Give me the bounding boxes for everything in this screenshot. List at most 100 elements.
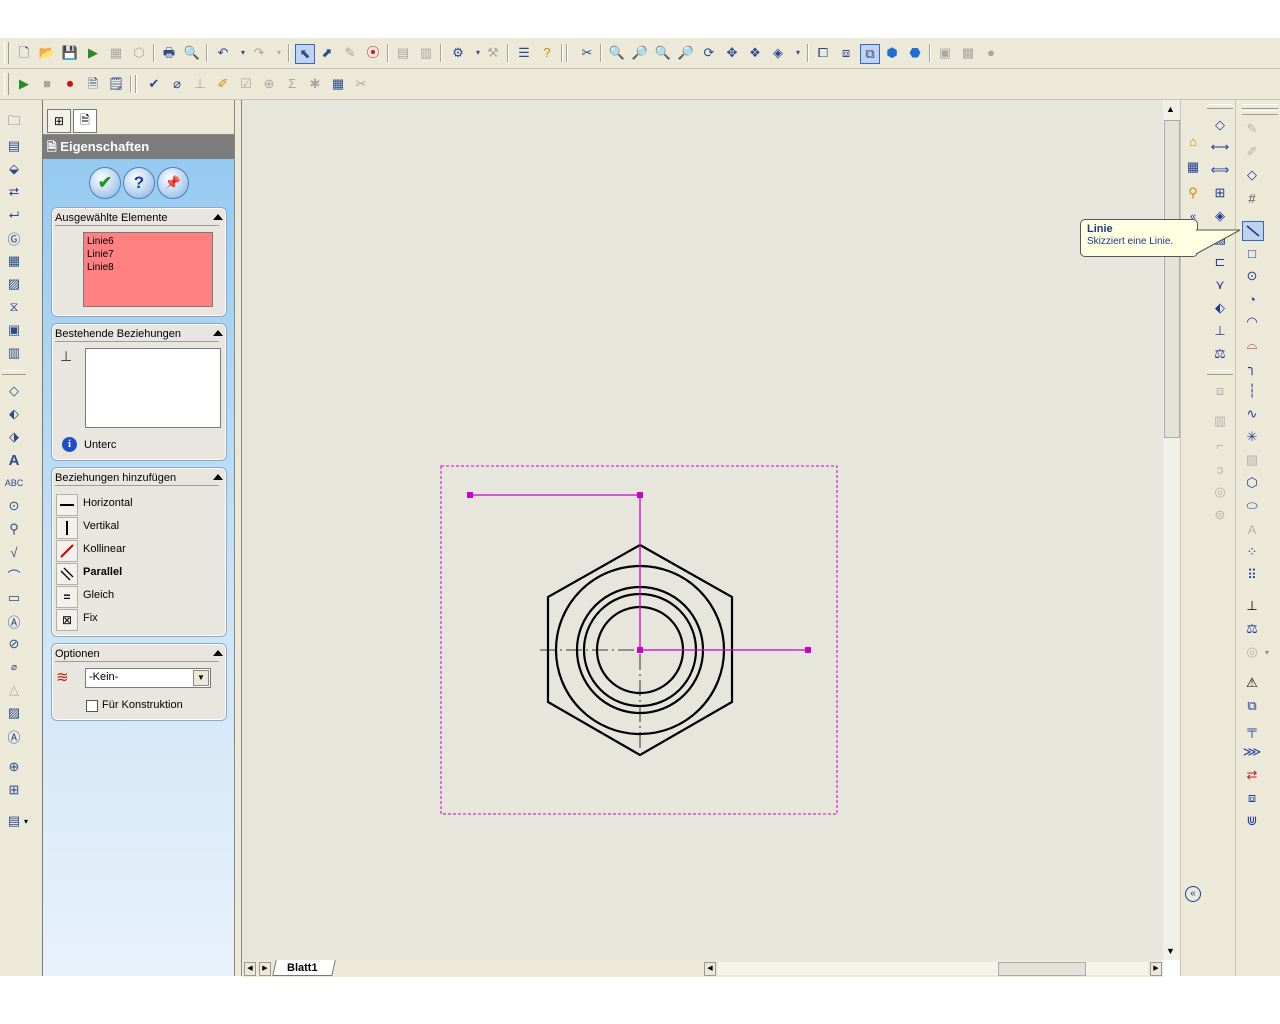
trim-entities-icon[interactable]: ╤ [1242,720,1262,738]
cosmetic-thread-icon[interactable]: △ [5,681,23,699]
relation-horizontal[interactable]: Horizontal [56,494,222,516]
sheet-tab[interactable]: Blatt1 [272,960,336,976]
relation-equal[interactable]: = Gleich [56,586,222,608]
feature-manager-tab-icon[interactable]: ⊞ [47,109,71,133]
vertical-dimension-icon[interactable]: ⟺ [1210,161,1230,179]
offset-entities-icon[interactable]: ⧉ [1242,697,1262,715]
smart-dimension-icon[interactable]: ◇ [5,382,23,400]
component-icon[interactable]: ⬡ [130,44,148,62]
library-icon[interactable]: ▦ [1183,158,1203,176]
weld-symbol-icon[interactable]: ⌒ [5,566,23,584]
layer-tool-icon[interactable]: ⧈ [1210,382,1230,400]
tab-scroll-right-icon[interactable]: ▶ [259,962,271,976]
weld-icon[interactable]: ✱ [306,75,324,93]
relation-fix[interactable]: ⊠ Fix [56,609,222,631]
help-icon[interactable]: ? [538,44,556,62]
circular-pattern-icon[interactable]: ⁘ [1242,543,1262,561]
ok-button[interactable]: ✔ [89,167,121,199]
horizontal-dimension-icon[interactable]: ⟷ [1210,138,1230,156]
point-icon[interactable]: ✳ [1242,428,1262,446]
section-view-icon[interactable]: ⮂ [5,183,23,201]
horizontal-scrollbar[interactable] [718,962,1148,976]
layout-icon[interactable]: ▥ [417,44,435,62]
checkbox-icon[interactable]: ☑ [237,75,255,93]
detail-view-icon[interactable]: Ⓖ [5,229,23,247]
table-icon[interactable]: ▦ [329,75,347,93]
save-icon[interactable]: 💾 [61,44,79,62]
front-view-icon[interactable]: ⧉ [860,44,880,64]
existing-relations-list[interactable] [85,348,221,428]
existing-relations-header[interactable]: Bestehende Beziehungen [55,327,219,342]
block-icon[interactable]: Ⓐ [5,727,23,745]
search-icon[interactable]: ⚲ [1183,184,1203,202]
circle-tool-icon[interactable]: ⊙ [1242,267,1262,285]
zoom-area-icon[interactable]: 🔎 [631,44,649,62]
options-icon[interactable]: ⚙ [449,44,467,62]
drawing-canvas[interactable] [242,100,1163,960]
pin-button[interactable]: 📌 [157,167,189,199]
display-style-icon[interactable]: ◈ [769,44,787,62]
toolbar-grip[interactable] [4,73,9,95]
dimension-icon[interactable]: ⌀ [168,75,186,93]
expand-panel-icon[interactable]: « [1185,886,1201,902]
collapse-arrow-icon[interactable] [213,650,223,656]
split-entities-icon[interactable]: ⋓ [1242,812,1262,830]
list-item[interactable]: Linie6 [87,235,209,248]
explode-block-icon[interactable]: ↄ [1210,460,1230,478]
smart-dimension-icon[interactable]: ◇ [1210,116,1230,134]
rectangle-tool-icon[interactable]: □ [1242,244,1262,262]
perpendicular-icon[interactable]: ⊥ [1210,322,1230,340]
three-point-arc-icon[interactable]: ⌓ [1242,336,1262,354]
add-relations-header[interactable]: Beziehungen hinzufügen [55,471,219,486]
measure-icon[interactable]: ✂ [578,44,596,62]
list-icon[interactable]: ☰ [515,44,533,62]
print-preview-icon[interactable]: 🔍 [183,44,201,62]
pan-icon[interactable]: ✥ [723,44,741,62]
chevron-down-icon[interactable]: ▼ [193,670,209,686]
ordinate-dimension-icon[interactable]: ◈ [1210,207,1230,225]
extend-entities-icon[interactable]: ⋙ [1242,743,1262,761]
balloon-icon[interactable]: ⊙ [5,497,23,515]
display-dropdown-icon[interactable]: ▾ [789,44,807,62]
print-icon[interactable]: 🖶 [160,44,178,62]
aux-view-icon[interactable]: ⬙ [5,160,23,178]
panel-splitter[interactable] [234,100,242,976]
display-relations-icon[interactable]: ⚖ [1210,345,1230,363]
spell-check-icon[interactable]: ✔ [145,75,163,93]
autodimension-icon[interactable]: ⬗ [5,428,23,446]
edit-macro-icon[interactable]: 🗒 [107,75,125,93]
wireframe-view-icon[interactable]: ⧠ [814,44,832,62]
spline-icon[interactable]: ∿ [1242,405,1262,423]
block-tool-icon[interactable]: ▥ [1210,412,1230,430]
construction-checkbox[interactable] [86,700,98,712]
rotate-icon[interactable]: ⟳ [700,44,718,62]
datum-target-icon[interactable]: ⊘ [5,635,23,653]
scroll-thumb[interactable] [1164,120,1180,438]
zoom-in-out-icon[interactable]: 🔍 [654,44,672,62]
insert-block-icon[interactable]: ⌐ [1210,436,1230,454]
open-icon[interactable]: 📂 [38,44,56,62]
standard-views-icon[interactable]: ▦ [5,252,23,270]
property-manager-tab-icon[interactable]: 🗎 [73,109,97,133]
zoom-selection-icon[interactable]: 🔎 [677,44,695,62]
scroll-down-icon[interactable]: ▼ [1166,946,1175,956]
selected-elements-header[interactable]: Ausgewählte Elemente [55,211,219,226]
centerline-tool-icon[interactable]: ┆ [1242,382,1262,400]
3d-sketch-icon[interactable]: ✐ [1242,143,1262,161]
toolbar-grip[interactable] [4,42,9,64]
linear-pattern-icon[interactable]: ⠿ [1242,566,1262,584]
relation-collinear[interactable]: Kollinear [56,540,222,562]
auto-balloon-icon[interactable]: ⚲ [5,520,23,538]
construction-geometry-icon[interactable]: ⚠ [1242,674,1262,692]
hscroll-left-icon[interactable]: ◀ [704,962,716,976]
add-relations-icon[interactable]: ⊥ [1242,597,1262,615]
tab-scroll-left-icon[interactable]: ◀ [244,962,256,976]
tables-icon[interactable]: ▤ [5,812,23,830]
hidden-lines-icon[interactable]: ⧈ [837,44,855,62]
model-view-icon[interactable]: 🗀 [5,113,23,132]
smart-select-icon[interactable]: ⬈ [318,44,336,62]
grid-icon[interactable]: ▤ [394,44,412,62]
grid-icon[interactable]: # [1242,189,1262,207]
zoom-fit-icon[interactable]: 🔍 [608,44,626,62]
run-icon[interactable]: ▶ [84,44,102,62]
